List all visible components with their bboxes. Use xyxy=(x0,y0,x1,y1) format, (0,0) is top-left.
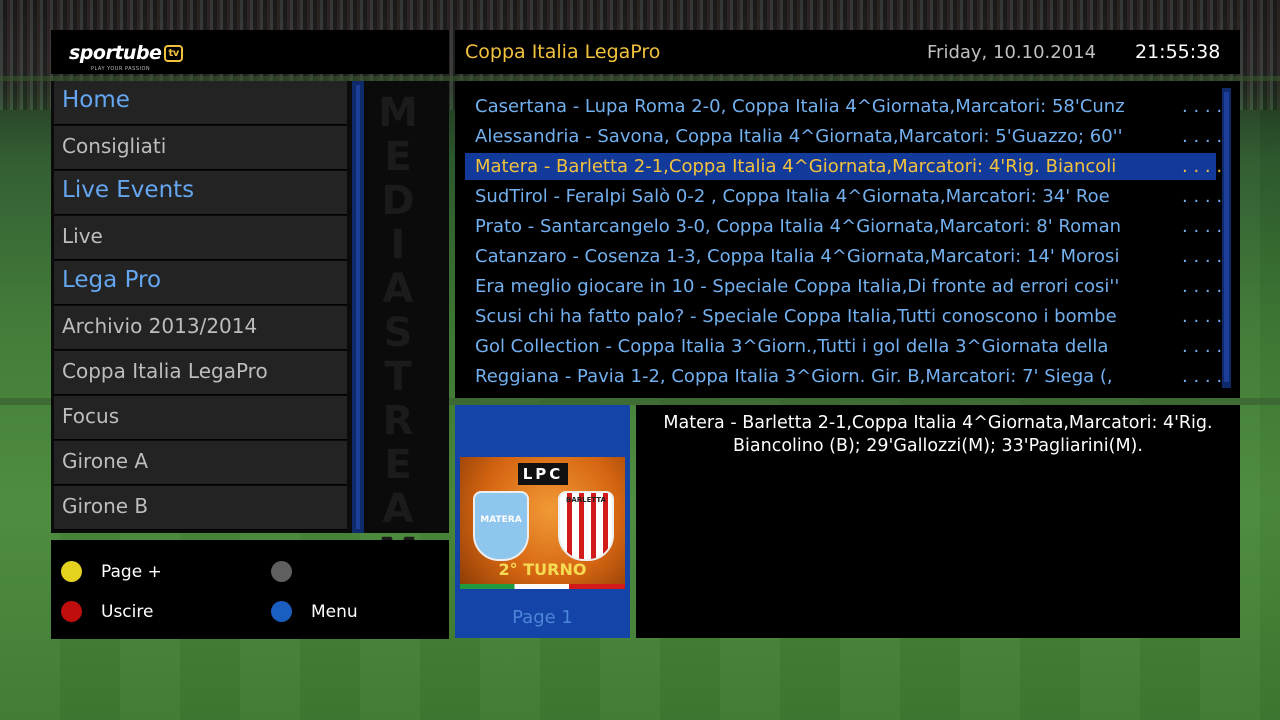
menu-item-consigliati[interactable]: Consigliati xyxy=(54,126,347,170)
menu-scrollbar[interactable] xyxy=(352,81,364,533)
blue-dot-icon xyxy=(271,601,292,622)
list-item[interactable]: Era meglio giocare in 10 - Speciale Copp… xyxy=(465,273,1222,300)
list-scrollbar-thumb[interactable] xyxy=(1224,92,1229,382)
menu-item-home[interactable]: Home xyxy=(54,81,347,125)
menu-item-label: Girone A xyxy=(62,449,149,473)
logo-bar: sportube tv PLAY YOUR PASSION xyxy=(51,30,449,74)
list-item-ellipsis: . . . . xyxy=(1182,156,1223,177)
list-item-ellipsis: . . . . xyxy=(1182,126,1223,147)
header-bar: Coppa Italia LegaPro Friday, 10.10.2014 … xyxy=(455,30,1240,74)
list-item-title: Scusi chi ha fatto palo? - Speciale Copp… xyxy=(475,306,1117,327)
list-item-title: Casertana - Lupa Roma 2-0, Coppa Italia … xyxy=(475,96,1125,117)
video-description: Matera - Barletta 2-1,Coppa Italia 4^Gio… xyxy=(663,413,1213,456)
menu-item-label: Girone B xyxy=(62,494,149,518)
menu-item-coppa-italia[interactable]: Coppa Italia LegaPro xyxy=(54,351,347,395)
page-indicator: Page 1 xyxy=(512,607,573,628)
list-item-ellipsis: . . . . xyxy=(1182,246,1223,267)
barletta-crest-icon: BARLETTA xyxy=(558,491,614,561)
list-item[interactable]: Reggiana - Pavia 1-2, Coppa Italia 3^Gio… xyxy=(465,363,1222,390)
list-item-title: Reggiana - Pavia 1-2, Coppa Italia 3^Gio… xyxy=(475,366,1113,387)
yellow-dot-icon xyxy=(61,561,82,582)
menu-watermark-text: MEDIASTREAM xyxy=(378,90,420,575)
menu-item-label: Live Events xyxy=(62,177,195,203)
thumbnail-panel: LPC MATERA BARLETTA 2° TURNO Page 1 xyxy=(455,405,630,638)
list-item-ellipsis: . . . . xyxy=(1182,276,1223,297)
menu-item-label: Focus xyxy=(62,404,120,428)
menu-item-label: Coppa Italia LegaPro xyxy=(62,359,268,383)
header-title: Coppa Italia LegaPro xyxy=(465,41,661,63)
color-buttons-legend: Page + Uscire Menu xyxy=(51,540,449,639)
yellow-button-label: Page + xyxy=(101,562,162,582)
sidebar-menu: Home Consigliati Live Events Live Lega P… xyxy=(51,81,449,575)
thumbnail-caption: 2° TURNO xyxy=(498,560,587,579)
logo-tv-badge: tv xyxy=(164,45,183,62)
list-item[interactable]: Alessandria - Savona, Coppa Italia 4^Gio… xyxy=(465,123,1222,150)
list-item-ellipsis: . . . . xyxy=(1182,306,1223,327)
gray-dot-icon xyxy=(271,561,292,582)
logo-brand: sportube xyxy=(69,42,162,64)
header-date: Friday, 10.10.2014 xyxy=(927,42,1097,63)
menu-item-girone-b[interactable]: Girone B xyxy=(54,486,347,530)
menu-item-live-events[interactable]: Live Events xyxy=(54,171,347,215)
list-item-ellipsis: . . . . xyxy=(1182,186,1223,207)
list-scrollbar[interactable] xyxy=(1222,88,1231,388)
list-item-title: Catanzaro - Cosenza 1-3, Coppa Italia 4^… xyxy=(475,246,1120,267)
list-item[interactable]: Prato - Santarcangelo 3-0, Coppa Italia … xyxy=(465,213,1222,240)
list-item-title: SudTirol - Feralpi Salò 0-2 , Coppa Ital… xyxy=(475,186,1110,207)
list-item-ellipsis: . . . . xyxy=(1182,366,1223,387)
list-item-title: Alessandria - Savona, Coppa Italia 4^Gio… xyxy=(475,126,1123,147)
list-item-ellipsis: . . . . xyxy=(1182,336,1223,357)
menu-item-label: Consigliati xyxy=(62,134,167,158)
list-item-selected[interactable]: Matera - Barletta 2-1,Coppa Italia 4^Gio… xyxy=(465,153,1222,180)
menu-item-focus[interactable]: Focus xyxy=(54,396,347,440)
list-item-title: Matera - Barletta 2-1,Coppa Italia 4^Gio… xyxy=(475,156,1117,177)
list-item-title: Gol Collection - Coppa Italia 3^Giorn.,T… xyxy=(475,336,1109,357)
description-panel: Matera - Barletta 2-1,Coppa Italia 4^Gio… xyxy=(636,405,1240,638)
menu-item-label: Archivio 2013/2014 xyxy=(62,314,258,338)
sportube-logo: sportube tv xyxy=(69,42,183,64)
video-list: Casertana - Lupa Roma 2-0, Coppa Italia … xyxy=(455,81,1240,398)
blue-button-label: Menu xyxy=(311,602,358,622)
menu-item-label: Live xyxy=(62,224,103,248)
list-item-ellipsis: . . . . xyxy=(1182,216,1223,237)
team-b-name: BARLETTA xyxy=(566,496,606,504)
menu-item-girone-a[interactable]: Girone A xyxy=(54,441,347,485)
list-item[interactable]: Scusi chi ha fatto palo? - Speciale Copp… xyxy=(465,303,1222,330)
list-item-title: Era meglio giocare in 10 - Speciale Copp… xyxy=(475,276,1120,297)
list-item-ellipsis: . . . . xyxy=(1182,96,1223,117)
red-button-label: Uscire xyxy=(101,602,154,622)
lpc-badge: LPC xyxy=(518,463,568,485)
list-item[interactable]: Catanzaro - Cosenza 1-3, Coppa Italia 4^… xyxy=(465,243,1222,270)
list-item[interactable]: SudTirol - Feralpi Salò 0-2 , Coppa Ital… xyxy=(465,183,1222,210)
menu-item-archivio[interactable]: Archivio 2013/2014 xyxy=(54,306,347,350)
video-thumbnail[interactable]: LPC MATERA BARLETTA 2° TURNO xyxy=(460,457,625,589)
list-item[interactable]: Gol Collection - Coppa Italia 3^Giorn.,T… xyxy=(465,333,1222,360)
menu-scrollbar-thumb[interactable] xyxy=(356,85,360,529)
menu-item-label: Home xyxy=(62,87,130,113)
list-item-title: Prato - Santarcangelo 3-0, Coppa Italia … xyxy=(475,216,1122,237)
logo-tagline: PLAY YOUR PASSION xyxy=(91,66,151,72)
red-dot-icon xyxy=(61,601,82,622)
team-a-name: MATERA xyxy=(480,515,522,525)
list-item[interactable]: Casertana - Lupa Roma 2-0, Coppa Italia … xyxy=(465,93,1222,120)
italian-flag-stripe xyxy=(460,584,625,589)
header-clock: 21:55:38 xyxy=(1135,41,1221,63)
menu-item-label: Lega Pro xyxy=(62,267,162,293)
menu-item-live[interactable]: Live xyxy=(54,216,347,260)
menu-item-lega-pro[interactable]: Lega Pro xyxy=(54,261,347,305)
matera-crest-icon: MATERA xyxy=(473,491,529,561)
